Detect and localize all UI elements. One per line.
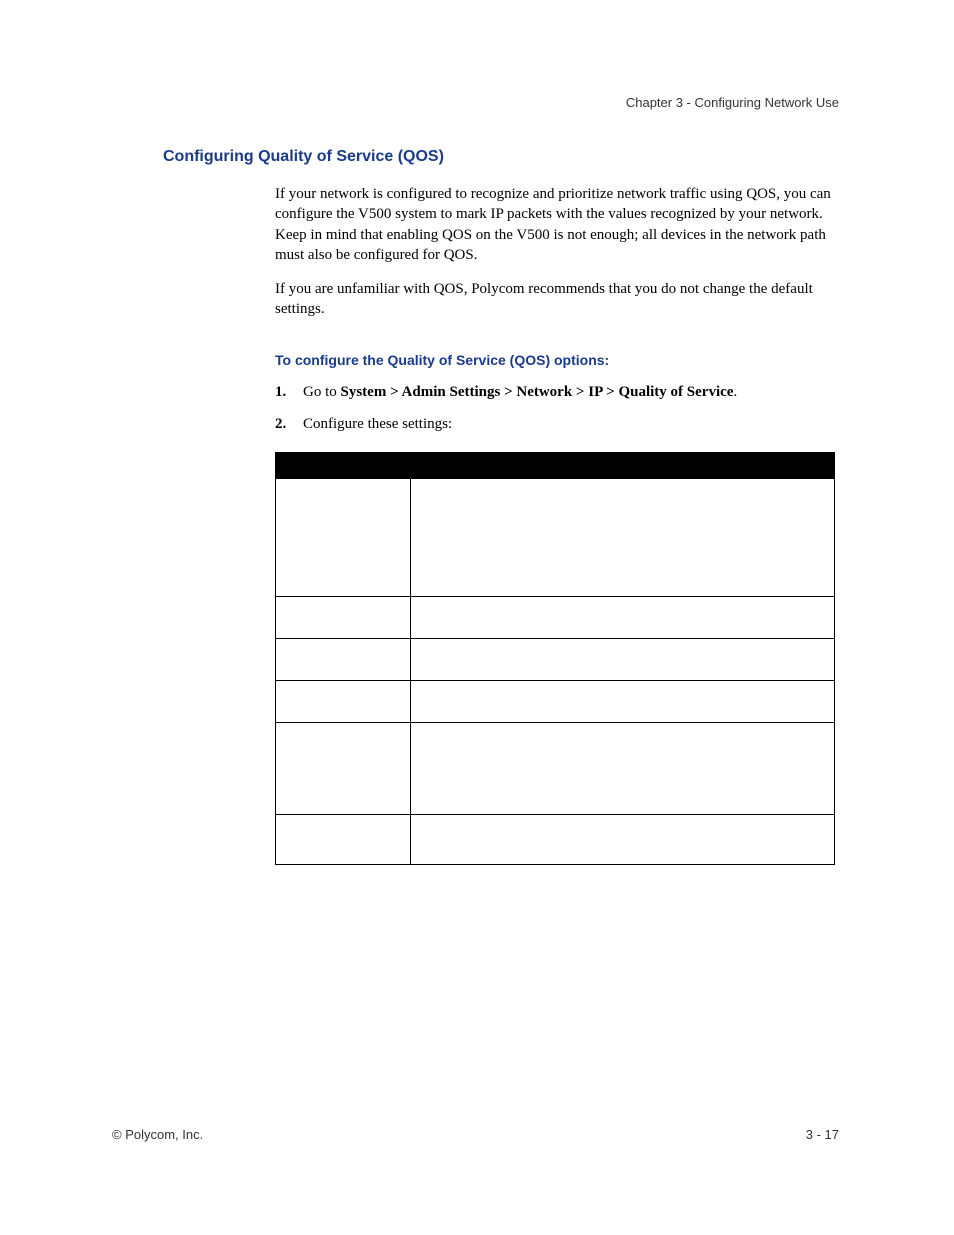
- content-area: If your network is configured to recogni…: [275, 184, 835, 865]
- table-cell-setting: [276, 815, 411, 865]
- footer-copyright: © Polycom, Inc.: [112, 1127, 203, 1142]
- table-cell-setting: [276, 597, 411, 639]
- table-cell-description: [411, 723, 835, 815]
- step-1: Go to System > Admin Settings > Network …: [275, 382, 835, 402]
- chapter-header: Chapter 3 - Configuring Network Use: [626, 95, 839, 110]
- procedure-heading: To configure the Quality of Service (QOS…: [275, 352, 835, 368]
- step-1-prefix: Go to: [303, 384, 341, 400]
- table-row: [276, 723, 835, 815]
- footer-page-number: 3 - 17: [806, 1127, 839, 1142]
- table-row: [276, 639, 835, 681]
- table-cell-description: [411, 815, 835, 865]
- settings-table: [275, 452, 835, 865]
- table-cell-setting: [276, 479, 411, 597]
- table-row: [276, 597, 835, 639]
- table-row: [276, 681, 835, 723]
- table-header-setting: [276, 453, 411, 479]
- table-header-row: [276, 453, 835, 479]
- intro-paragraph-1: If your network is configured to recogni…: [275, 184, 835, 265]
- step-1-nav-path: System > Admin Settings > Network > IP >…: [341, 384, 734, 400]
- table-cell-description: [411, 479, 835, 597]
- table-cell-setting: [276, 681, 411, 723]
- step-1-suffix: .: [733, 384, 737, 400]
- section-heading-qos: Configuring Quality of Service (QOS): [163, 148, 444, 166]
- table-cell-setting: [276, 639, 411, 681]
- table-cell-description: [411, 639, 835, 681]
- table-header-description: [411, 453, 835, 479]
- table-row: [276, 815, 835, 865]
- table-cell-description: [411, 597, 835, 639]
- step-2: Configure these settings:: [275, 414, 835, 434]
- table-cell-setting: [276, 723, 411, 815]
- procedure-steps: Go to System > Admin Settings > Network …: [275, 382, 835, 435]
- intro-paragraph-2: If you are unfamiliar with QOS, Polycom …: [275, 279, 835, 320]
- table-row: [276, 479, 835, 597]
- table-cell-description: [411, 681, 835, 723]
